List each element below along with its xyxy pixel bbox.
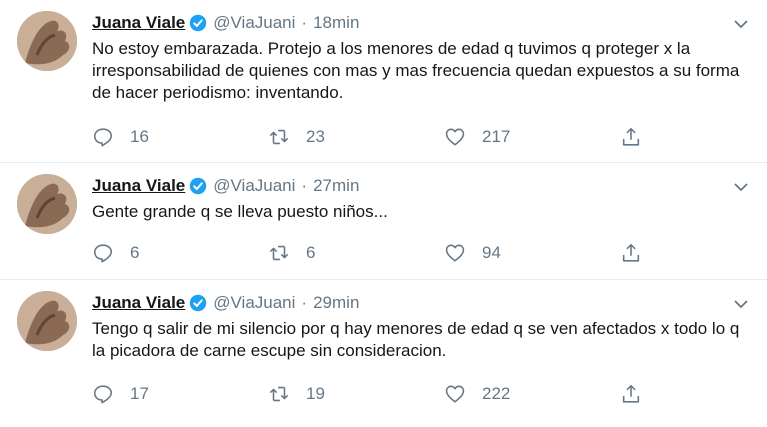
tweet-header: Juana Viale @ViaJuani · 27min <box>92 175 359 197</box>
author-handle[interactable]: @ViaJuani <box>213 292 295 314</box>
reply-count: 6 <box>130 243 140 262</box>
share-button[interactable] <box>620 383 642 405</box>
like-button[interactable]: 94 <box>444 242 620 264</box>
separator-dot: · <box>301 293 308 312</box>
like-button[interactable]: 222 <box>444 383 620 405</box>
timestamp[interactable]: 29min <box>313 292 359 314</box>
retweet-button[interactable]: 6 <box>268 242 444 264</box>
retweet-button[interactable]: 23 <box>268 126 444 148</box>
tweet[interactable]: Juana Viale @ViaJuani · 29min Tengo q sa… <box>0 280 767 427</box>
retweet-count: 23 <box>306 127 325 146</box>
heart-icon <box>445 128 465 146</box>
tweet-actions: 17 19 222 <box>92 382 642 406</box>
share-icon <box>622 384 640 403</box>
reply-icon <box>93 128 113 147</box>
author-handle[interactable]: @ViaJuani <box>213 175 295 197</box>
reply-count: 16 <box>130 127 149 146</box>
like-count: 217 <box>482 127 511 146</box>
reply-button[interactable]: 17 <box>92 383 268 405</box>
verified-badge-icon <box>189 14 207 32</box>
tweet[interactable]: Juana Viale @ViaJuani · 27min Gente gran… <box>0 163 767 280</box>
author-name[interactable]: Juana Viale <box>92 175 185 197</box>
reply-icon <box>93 244 113 263</box>
share-button[interactable] <box>620 242 642 264</box>
share-icon <box>622 127 640 146</box>
heart-icon <box>445 244 465 262</box>
author-name[interactable]: Juana Viale <box>92 12 185 34</box>
avatar[interactable] <box>17 174 77 234</box>
like-count: 94 <box>482 243 501 262</box>
tweet-actions: 6 6 94 <box>92 241 642 265</box>
retweet-icon <box>269 129 289 145</box>
verified-badge-icon <box>189 294 207 312</box>
tweet-text: Tengo q salir de mi silencio por q hay m… <box>92 319 740 360</box>
tweet-header: Juana Viale @ViaJuani · 18min <box>92 12 359 34</box>
separator-dot: · <box>301 176 308 195</box>
timestamp[interactable]: 27min <box>313 175 359 197</box>
retweet-count: 19 <box>306 384 325 403</box>
tweet-actions: 16 23 217 <box>92 125 642 149</box>
reply-count: 17 <box>130 384 149 403</box>
heart-icon <box>445 385 465 403</box>
retweet-icon <box>269 386 289 402</box>
reply-button[interactable]: 16 <box>92 126 268 148</box>
chevron-down-icon[interactable] <box>733 179 749 195</box>
tweet-text: Gente grande q se lleva puesto niños... <box>92 202 388 221</box>
retweet-icon <box>269 245 289 261</box>
tweet-header: Juana Viale @ViaJuani · 29min <box>92 292 359 314</box>
retweet-button[interactable]: 19 <box>268 383 444 405</box>
like-count: 222 <box>482 384 511 403</box>
chevron-down-icon[interactable] <box>733 296 749 312</box>
author-handle[interactable]: @ViaJuani <box>213 12 295 34</box>
author-name[interactable]: Juana Viale <box>92 292 185 314</box>
timestamp[interactable]: 18min <box>313 12 359 34</box>
like-button[interactable]: 217 <box>444 126 620 148</box>
verified-badge-icon <box>189 177 207 195</box>
tweet[interactable]: Juana Viale @ViaJuani · 18min No estoy e… <box>0 0 767 163</box>
share-button[interactable] <box>620 126 642 148</box>
reply-button[interactable]: 6 <box>92 242 268 264</box>
retweet-count: 6 <box>306 243 316 262</box>
avatar[interactable] <box>17 11 77 71</box>
tweet-text: No estoy embarazada. Protejo a los menor… <box>92 39 740 102</box>
separator-dot: · <box>301 13 308 32</box>
reply-icon <box>93 385 113 404</box>
avatar[interactable] <box>17 291 77 351</box>
share-icon <box>622 243 640 262</box>
chevron-down-icon[interactable] <box>733 16 749 32</box>
